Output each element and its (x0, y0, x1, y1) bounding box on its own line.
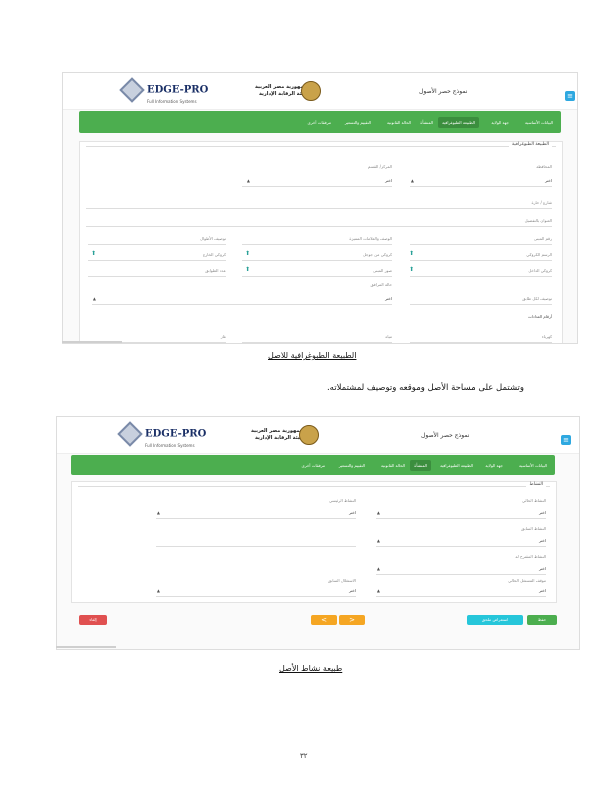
landmarks-label: الوصف والعلامات المميزة (349, 236, 392, 241)
upload-icon[interactable]: ⬆ (409, 250, 414, 257)
page-number: ٣٢ (300, 752, 308, 760)
preview-attachment-button[interactable]: استعراض ملحق (467, 615, 523, 625)
gas-label: غاز (220, 334, 226, 339)
graphic-drawing-label: الرسم الكروكي (526, 252, 552, 257)
utilities-select[interactable]: اختر (385, 296, 392, 301)
inner-sketch-label: كروكي الداخل (528, 268, 552, 273)
chevron-down-icon: ▲ (246, 178, 250, 183)
current-activity-select[interactable]: اختر (539, 510, 546, 515)
site-map-label: كروكي من جوجل (362, 252, 392, 257)
main-activity-select[interactable]: اختر (349, 510, 356, 515)
tab-valuation[interactable]: التقييم والتسعير (345, 120, 371, 125)
proposed-activity-select[interactable]: اختر (539, 566, 546, 571)
tab-facility[interactable]: المنشأة (420, 120, 433, 125)
screenshot-activity: EDGE-PRO Full Information Systems جمهوري… (56, 416, 580, 650)
proposed-activity-label: النشاط المقترح له (515, 554, 546, 559)
outer-sketch-label: كروكي الخارج (202, 252, 226, 257)
prev-activity-select[interactable]: اختر (539, 538, 546, 543)
agency-name: جمهورية مصر العربية هيئة الرقابة الإداري… (251, 428, 304, 441)
tab-topography[interactable]: الطبيعة الطبوغرافية (438, 117, 479, 128)
menu-toggle-button[interactable]: ≡ (565, 91, 575, 101)
section-legend: النشاط (526, 482, 546, 487)
activity-panel: النشاط النشاط الحالي اختر ▲ النشاط الرئي… (71, 481, 557, 603)
building-photo-label: صور المبنى (372, 268, 392, 273)
logo-diamond-icon (119, 77, 145, 103)
figure-caption-activity: طبيعة نشاط الأصل (279, 664, 343, 673)
form-title: نموذج حصر الأصول (419, 88, 468, 95)
electricity-label: كهرباء (541, 334, 552, 339)
chevron-down-icon: ▲ (156, 588, 160, 593)
chevron-down-icon: ▲ (376, 588, 380, 593)
tab-facility[interactable]: المنشأة (410, 460, 431, 471)
lengths-desc-label: توصيف الأطوال (200, 236, 226, 241)
center-label: المركز/ القسم (367, 164, 392, 169)
topography-panel: الطبيعة الطبوغرافية المحافظة اختر ▲ المر… (79, 141, 563, 343)
save-button[interactable]: حفظ (527, 615, 557, 625)
tab-attachments[interactable]: مرفقات أخرى (302, 463, 325, 468)
tab-jurisdiction[interactable]: جهة الولاية (485, 463, 503, 468)
figure-caption-topography: الطبيعة الطبوغرافية للاصل (268, 351, 357, 360)
tab-attachments[interactable]: مرفقات أخرى (308, 120, 331, 125)
chevron-down-icon: ▲ (92, 296, 96, 301)
tabs-bar: البيانات الأساسية جهة الولاية الطبيعة ال… (79, 111, 561, 133)
prev-user-label: الاستغلال السابق (327, 578, 356, 583)
current-activity-label: النشاط الحالي (522, 498, 546, 503)
water-label: مياه (385, 334, 392, 339)
form-title: نموذج حصر الأصول (421, 432, 470, 439)
tab-jurisdiction[interactable]: جهة الولاية (491, 120, 509, 125)
chevron-down-icon: ▲ (376, 538, 380, 543)
agency-name: جمهورية مصر العربية هيئة الرقابة الإداري… (255, 84, 308, 97)
chevron-down-icon: ▲ (376, 510, 380, 515)
tabs-bar: البيانات الأساسية جهة الولاية الطبيعة ال… (71, 455, 555, 475)
chevron-down-icon: ▲ (410, 178, 414, 183)
prev-user-select[interactable]: اختر (349, 588, 356, 593)
tab-legal-status[interactable]: الحالة القانونية (381, 463, 405, 468)
chevron-down-icon: ▲ (156, 510, 160, 515)
current-user-select[interactable]: اختر (539, 588, 546, 593)
eagle-crest-icon (301, 81, 321, 101)
current-user-label: موقف المستغل الحالي (508, 578, 546, 583)
address-label: العنوان بالتفصيل (524, 218, 552, 223)
top-bar: EDGE-PRO Full Information Systems جمهوري… (63, 73, 577, 110)
upload-icon[interactable]: ⬆ (409, 266, 414, 273)
prev-button[interactable]: > (339, 615, 365, 625)
floor-desc-label: توصيف لكل طابق (522, 296, 552, 301)
tab-legal-status[interactable]: الحالة القانونية (387, 120, 411, 125)
next-button[interactable]: < (311, 615, 337, 625)
main-activity-label: النشاط الرئيسي (328, 498, 356, 503)
tab-basic-data[interactable]: البيانات الأساسية (519, 463, 547, 468)
tab-basic-data[interactable]: البيانات الأساسية (525, 120, 553, 125)
upload-icon[interactable]: ⬆ (245, 266, 250, 273)
tab-topography[interactable]: الطبيعة الطبوغرافية (440, 463, 473, 468)
screenshot-topography: EDGE-PRO Full Information Systems جمهوري… (62, 72, 578, 344)
governorate-select[interactable]: اختر (545, 178, 552, 183)
building-no-label: رقم المبنى (533, 236, 552, 241)
prev-activity-label: النشاط السابق (521, 526, 546, 531)
edge-pro-logo: EDGE-PRO Full Information Systems (117, 421, 206, 448)
tab-valuation[interactable]: التقييم والتسعير (339, 463, 365, 468)
logo-diamond-icon (117, 421, 143, 447)
edge-pro-logo: EDGE-PRO Full Information Systems (119, 77, 208, 104)
upload-icon[interactable]: ⬆ (91, 250, 96, 257)
eagle-crest-icon (299, 425, 319, 445)
governorate-label: المحافظة (536, 164, 552, 169)
floors-no-label: عدد الطوابق (205, 268, 226, 273)
chevron-down-icon: ▲ (376, 566, 380, 571)
street-label: شارع / حارة (531, 200, 553, 205)
center-select[interactable]: اختر (385, 178, 392, 183)
body-paragraph: وتشتمل على مساحة الأصل وموقعه وتوصيف لمش… (326, 383, 524, 393)
menu-toggle-button[interactable]: ≡ (561, 435, 571, 445)
utilities-state-label: حالة المرافق (370, 282, 392, 287)
top-bar: EDGE-PRO Full Information Systems جمهوري… (57, 417, 579, 454)
upload-icon[interactable]: ⬆ (245, 250, 250, 257)
cancel-button[interactable]: إلغاء (79, 615, 107, 625)
meters-label: أرقام العدادات (527, 314, 552, 319)
section-legend: الطبيعة الطبوغرافية (508, 142, 552, 147)
